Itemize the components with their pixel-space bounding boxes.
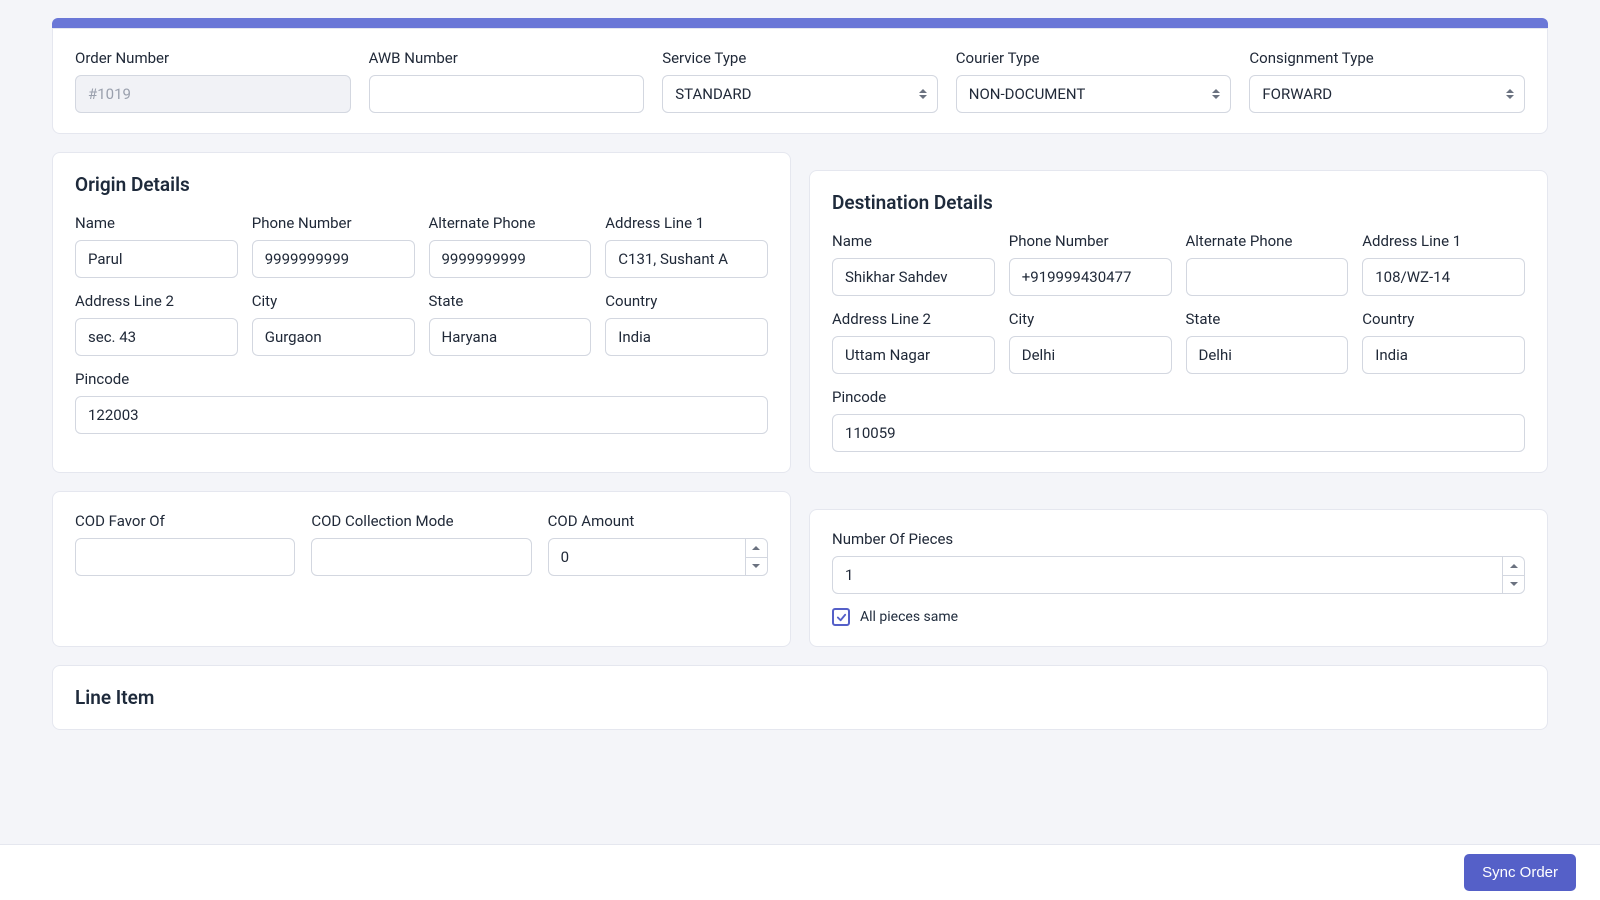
origin-state-label: State	[429, 292, 592, 310]
dest-alt-phone-input[interactable]	[1186, 258, 1349, 296]
service-type-value: STANDARD	[675, 85, 751, 103]
order-number-label: Order Number	[75, 49, 351, 67]
dest-name-label: Name	[832, 232, 995, 250]
origin-alt-phone-label: Alternate Phone	[429, 214, 592, 232]
dest-pincode-label: Pincode	[832, 388, 1525, 406]
dest-name-input[interactable]: Shikhar Sahdev	[832, 258, 995, 296]
cod-mode-label: COD Collection Mode	[311, 512, 531, 530]
origin-name-label: Name	[75, 214, 238, 232]
select-chevron-icon	[919, 89, 927, 99]
awb-number-label: AWB Number	[369, 49, 645, 67]
all-pieces-same-label: All pieces same	[860, 609, 958, 625]
courier-type-label: Courier Type	[956, 49, 1232, 67]
origin-details-card: Origin Details Name Parul Phone Number 9…	[52, 152, 791, 473]
cod-card: COD Favor Of COD Collection Mode COD Amo…	[52, 491, 791, 647]
dest-country-label: Country	[1362, 310, 1525, 328]
origin-country-label: Country	[605, 292, 768, 310]
dest-phone-input[interactable]: +919999430477	[1009, 258, 1172, 296]
origin-phone-input[interactable]: 9999999999	[252, 240, 415, 278]
sync-order-button[interactable]: Sync Order	[1464, 854, 1576, 891]
origin-city-input[interactable]: Gurgaon	[252, 318, 415, 356]
origin-name-input[interactable]: Parul	[75, 240, 238, 278]
cod-amount-input[interactable]: 0	[548, 538, 768, 576]
pieces-card: Number Of Pieces 1 All pieces same	[809, 509, 1548, 647]
cod-amount-label: COD Amount	[548, 512, 768, 530]
dest-state-input[interactable]: Delhi	[1186, 336, 1349, 374]
origin-country-input[interactable]: India	[605, 318, 768, 356]
dest-addr1-input[interactable]: 108/WZ-14	[1362, 258, 1525, 296]
origin-title: Origin Details	[75, 173, 768, 196]
pieces-input[interactable]: 1	[832, 556, 1525, 594]
origin-pincode-label: Pincode	[75, 370, 768, 388]
dest-city-input[interactable]: Delhi	[1009, 336, 1172, 374]
dest-addr2-label: Address Line 2	[832, 310, 995, 328]
cod-favor-input[interactable]	[75, 538, 295, 576]
origin-addr1-input[interactable]: C131, Sushant A	[605, 240, 768, 278]
line-item-title: Line Item	[75, 686, 1525, 709]
dest-alt-phone-label: Alternate Phone	[1186, 232, 1349, 250]
order-number-input: #1019	[75, 75, 351, 113]
consignment-type-value: FORWARD	[1262, 85, 1332, 103]
pieces-decrement[interactable]	[1503, 575, 1524, 594]
cod-favor-label: COD Favor Of	[75, 512, 295, 530]
dest-addr2-input[interactable]: Uttam Nagar	[832, 336, 995, 374]
cod-mode-input[interactable]	[311, 538, 531, 576]
awb-number-input[interactable]	[369, 75, 645, 113]
destination-details-card: Destination Details Name Shikhar Sahdev …	[809, 170, 1548, 473]
dest-addr1-label: Address Line 1	[1362, 232, 1525, 250]
dest-country-input[interactable]: India	[1362, 336, 1525, 374]
origin-alt-phone-input[interactable]: 9999999999	[429, 240, 592, 278]
footer-bar: Sync Order	[0, 844, 1600, 900]
consignment-type-label: Consignment Type	[1249, 49, 1525, 67]
origin-addr2-label: Address Line 2	[75, 292, 238, 310]
origin-state-input[interactable]: Haryana	[429, 318, 592, 356]
pieces-increment[interactable]	[1503, 557, 1524, 575]
accent-bar	[52, 18, 1548, 28]
origin-addr2-input[interactable]: sec. 43	[75, 318, 238, 356]
check-icon	[836, 612, 847, 623]
dest-city-label: City	[1009, 310, 1172, 328]
cod-amount-decrement[interactable]	[746, 557, 767, 576]
origin-pincode-input[interactable]: 122003	[75, 396, 768, 434]
destination-title: Destination Details	[832, 191, 1525, 214]
line-item-card: Line Item	[52, 665, 1548, 730]
select-chevron-icon	[1506, 89, 1514, 99]
dest-state-label: State	[1186, 310, 1349, 328]
order-basics-card: Order Number #1019 AWB Number Service Ty…	[52, 28, 1548, 134]
dest-phone-label: Phone Number	[1009, 232, 1172, 250]
dest-pincode-input[interactable]: 110059	[832, 414, 1525, 452]
origin-city-label: City	[252, 292, 415, 310]
pieces-label: Number Of Pieces	[832, 530, 1525, 548]
courier-type-select[interactable]: NON-DOCUMENT	[956, 75, 1232, 113]
consignment-type-select[interactable]: FORWARD	[1249, 75, 1525, 113]
service-type-label: Service Type	[662, 49, 938, 67]
origin-addr1-label: Address Line 1	[605, 214, 768, 232]
courier-type-value: NON-DOCUMENT	[969, 85, 1086, 103]
all-pieces-same-checkbox[interactable]	[832, 608, 850, 626]
origin-phone-label: Phone Number	[252, 214, 415, 232]
cod-amount-increment[interactable]	[746, 539, 767, 557]
select-chevron-icon	[1212, 89, 1220, 99]
service-type-select[interactable]: STANDARD	[662, 75, 938, 113]
